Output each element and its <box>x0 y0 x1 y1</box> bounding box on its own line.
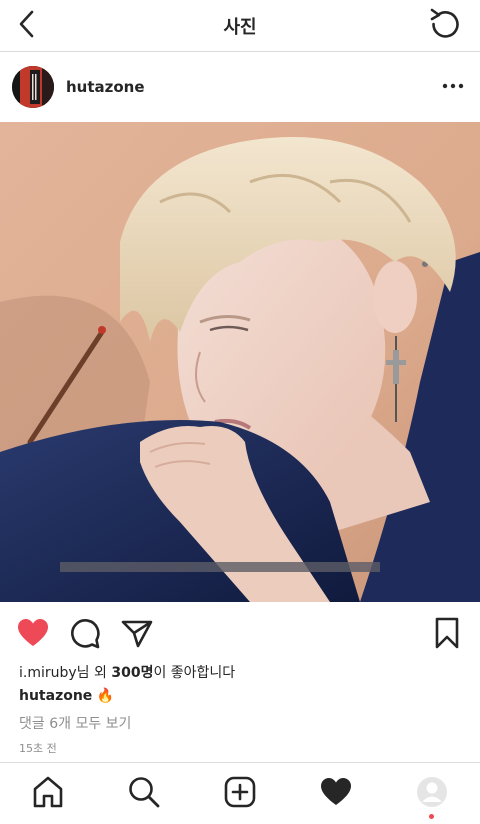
refresh-icon[interactable] <box>428 6 462 40</box>
liked-by-username[interactable]: i.miruby <box>19 665 77 681</box>
page-title: 사진 <box>223 17 257 38</box>
caption-text: 🔥 <box>92 688 115 704</box>
more-options-icon[interactable] <box>442 76 464 96</box>
home-icon[interactable] <box>31 775 65 809</box>
post-photo-illustration <box>0 122 480 602</box>
post-timestamp: 15초 전 <box>19 742 57 755</box>
post-actions <box>0 604 480 660</box>
profile-icon[interactable] <box>415 775 449 809</box>
share-icon[interactable] <box>120 616 154 650</box>
comment-icon[interactable] <box>68 616 102 650</box>
view-all-comments-link[interactable]: 댓글 6개 모두 보기 <box>19 713 131 733</box>
post-caption: hutazone 🔥 <box>19 688 114 704</box>
top-nav-bar: 사진 <box>0 0 480 52</box>
avatar-image <box>12 66 54 108</box>
notification-dot <box>429 814 434 819</box>
bottom-tab-bar <box>0 762 480 824</box>
likes-summary[interactable]: i.miruby님 외 300명이 좋아합니다 <box>19 662 235 682</box>
like-heart-icon[interactable] <box>16 616 50 650</box>
likes-mid-text: 님 외 <box>76 665 112 681</box>
caption-username[interactable]: hutazone <box>19 688 92 704</box>
search-icon[interactable] <box>127 775 161 809</box>
save-bookmark-icon[interactable] <box>430 616 464 650</box>
post-header: hutazone <box>0 52 480 122</box>
activity-heart-icon[interactable] <box>319 775 353 809</box>
likes-suffix: 이 좋아합니다 <box>153 665 236 681</box>
likes-count[interactable]: 300명 <box>111 665 153 681</box>
avatar[interactable] <box>12 66 54 108</box>
post-image[interactable] <box>0 122 480 602</box>
new-post-icon[interactable] <box>223 775 257 809</box>
post-username[interactable]: hutazone <box>66 78 145 96</box>
